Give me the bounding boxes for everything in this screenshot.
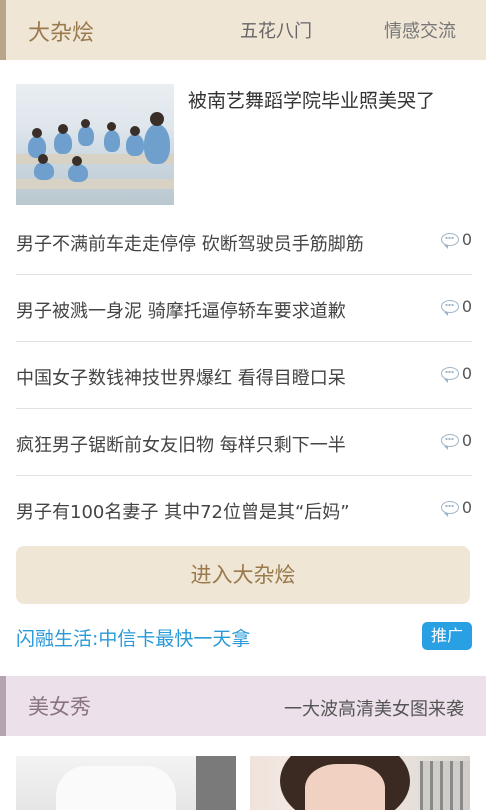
tab-qinggan[interactable]: 情感交流 (384, 17, 456, 43)
news-item[interactable]: 男子被溅一身泥 骑摩托逼停轿车要求道歉 0 (16, 275, 472, 342)
news-item[interactable]: 中国女子数钱神技世界爆红 看得目瞪口呆 0 (16, 342, 472, 409)
comment-count: 0 (440, 297, 472, 316)
section-title[interactable]: 美女秀 (28, 691, 91, 721)
section-header-meinvxiu: 美女秀 一大波高清美女图来袭 (0, 676, 486, 736)
enter-dazahui-button[interactable]: 进入大杂烩 (16, 546, 470, 604)
gallery-thumbnail[interactable] (16, 756, 236, 810)
comment-count: 0 (440, 498, 472, 517)
comment-count: 0 (440, 431, 472, 450)
gallery-thumbnail[interactable] (250, 756, 470, 810)
news-item[interactable]: 疯狂男子锯断前女友旧物 每样只剩下一半 0 (16, 409, 472, 476)
featured-image[interactable] (16, 84, 174, 205)
featured-article[interactable]: 被南艺舞蹈学院毕业照美哭了 (16, 84, 472, 206)
comment-number: 0 (461, 431, 472, 450)
section-title[interactable]: 大杂烩 (28, 15, 94, 47)
news-title[interactable]: 男子不满前车走走停停 砍断驾驶员手筋脚筋 (16, 230, 364, 256)
news-list: 男子不满前车走走停停 砍断驾驶员手筋脚筋 0 男子被溅一身泥 骑摩托逼停轿车要求… (16, 208, 472, 543)
promo-ad[interactable]: 闪融生活:中信卡最快一天拿 推广 (16, 622, 472, 654)
comment-number: 0 (461, 297, 472, 316)
news-title[interactable]: 疯狂男子锯断前女友旧物 每样只剩下一半 (16, 431, 346, 457)
comment-number: 0 (461, 230, 472, 249)
news-item[interactable]: 男子不满前车走走停停 砍断驾驶员手筋脚筋 0 (16, 208, 472, 275)
comment-bubble-icon (440, 300, 459, 316)
comment-number: 0 (461, 498, 472, 517)
comment-bubble-icon (440, 434, 459, 450)
tab-wuhuabamen[interactable]: 五花八门 (240, 17, 312, 43)
section-subtitle-link[interactable]: 一大波高清美女图来袭 (284, 695, 464, 721)
news-title[interactable]: 男子被溅一身泥 骑摩托逼停轿车要求道歉 (16, 297, 346, 323)
news-item[interactable]: 男子有100名妻子 其中72位曾是其“后妈” 0 (16, 476, 472, 543)
news-title[interactable]: 男子有100名妻子 其中72位曾是其“后妈” (16, 498, 350, 524)
comment-count: 0 (440, 230, 472, 249)
section-header-dazahui: 大杂烩 五花八门 情感交流 (0, 0, 486, 60)
comment-number: 0 (461, 364, 472, 383)
comment-count: 0 (440, 364, 472, 383)
comment-bubble-icon (440, 233, 459, 249)
comment-bubble-icon (440, 367, 459, 383)
promo-link[interactable]: 闪融生活:中信卡最快一天拿 (16, 624, 250, 651)
comment-bubble-icon (440, 501, 459, 517)
promo-badge: 推广 (422, 622, 472, 650)
featured-title[interactable]: 被南艺舞蹈学院毕业照美哭了 (188, 86, 435, 113)
news-title[interactable]: 中国女子数钱神技世界爆红 看得目瞪口呆 (16, 364, 346, 390)
